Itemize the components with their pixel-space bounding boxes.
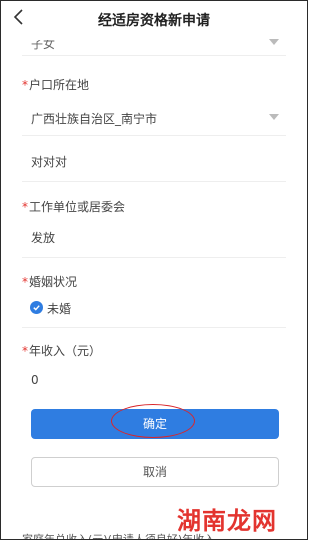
- relation-select-value[interactable]: 子女: [31, 40, 55, 52]
- cancel-button[interactable]: 取消: [31, 457, 279, 487]
- divider: [22, 55, 286, 56]
- watermark-logo: 湖南龙网: [177, 507, 277, 535]
- page-title: 经适房资格新申请: [98, 13, 210, 29]
- required-mark: *: [22, 200, 28, 214]
- required-mark: *: [22, 344, 28, 358]
- income-label: *年收入（元）: [22, 344, 102, 358]
- dropdown-caret-icon[interactable]: [269, 39, 279, 45]
- annotation-circle: [111, 404, 195, 438]
- required-mark: *: [22, 275, 28, 289]
- employer-input[interactable]: 发放: [31, 229, 55, 246]
- divider: [22, 327, 286, 328]
- marital-option-label[interactable]: 未婚: [47, 300, 71, 317]
- check-icon: [33, 305, 40, 311]
- marital-label: *婚姻状况: [22, 275, 78, 289]
- dropdown-caret-icon[interactable]: [269, 114, 279, 120]
- divider: [22, 257, 286, 258]
- divider: [22, 181, 286, 182]
- app-screen: 经适房资格新申请 子女 *户口所在地 广西壮族自治区_南宁市 对对对 *工作单位…: [0, 0, 308, 540]
- marital-radio-selected[interactable]: [30, 301, 43, 314]
- income-input[interactable]: 0: [31, 373, 39, 387]
- nav-header: 经适房资格新申请: [1, 1, 307, 37]
- hukou-select[interactable]: 广西壮族自治区_南宁市: [31, 110, 157, 127]
- employer-label: *工作单位或居委会: [22, 200, 126, 214]
- required-mark: *: [22, 78, 28, 92]
- hukou-label: *户口所在地: [22, 78, 90, 92]
- hukou-detail-input[interactable]: 对对对: [31, 153, 67, 170]
- divider: [22, 135, 286, 136]
